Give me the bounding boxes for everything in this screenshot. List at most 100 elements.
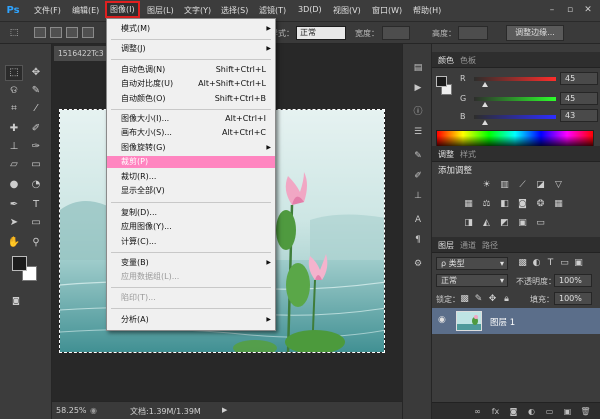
lock-image-icon[interactable]: ✎ [472, 293, 485, 305]
menu-item-variables[interactable]: 变量(B) ▶ [107, 257, 275, 269]
menu-item-canvas-size[interactable]: 画布大小(S)... Alt+Ctrl+C [107, 127, 275, 139]
type-tool-icon[interactable]: T [28, 198, 44, 212]
new-adjustment-icon[interactable]: ◐ [526, 406, 537, 417]
healing-brush-tool-icon[interactable]: ✚ [6, 122, 22, 136]
gradient-tool-icon[interactable]: ▭ [28, 158, 44, 172]
lasso-tool-icon[interactable]: ଡ [6, 84, 22, 98]
eye-icon[interactable]: ◉ [438, 315, 446, 325]
green-value[interactable]: 45 [560, 92, 598, 105]
menu-item-crop[interactable]: 裁剪(P) [107, 156, 275, 168]
new-layer-icon[interactable]: ▣ [562, 406, 573, 417]
menu-item-apply-image[interactable]: 应用图像(Y)... [107, 221, 275, 233]
photo-filter-icon[interactable]: ◙ [516, 198, 529, 210]
close-icon[interactable]: ✕ [581, 4, 595, 16]
menu-item-calculations[interactable]: 计算(C)... [107, 236, 275, 248]
history-brush-tool-icon[interactable]: ✑ [28, 140, 44, 154]
actions-icon[interactable]: ▶ [411, 82, 425, 95]
menu-item-adjustments[interactable]: 调整(J) ▶ [107, 43, 275, 55]
menu-item-analysis[interactable]: 分析(A) ▶ [107, 314, 275, 326]
menu-item-auto-color[interactable]: 自动颜色(O) Shift+Ctrl+B [107, 93, 275, 105]
clone-stamp-tool-icon[interactable]: ⊥ [6, 140, 22, 154]
opacity-input[interactable]: 100% [554, 274, 592, 287]
black-white-icon[interactable]: ◧ [498, 198, 511, 210]
paragraph-icon[interactable]: ¶ [411, 234, 425, 247]
height-input[interactable] [458, 26, 488, 40]
history-icon[interactable]: ▤ [411, 62, 425, 75]
tab-layers[interactable]: 图层 [438, 240, 454, 251]
menu-select[interactable]: 选择(S) [221, 5, 248, 16]
brush-presets-icon[interactable]: ✐ [411, 170, 425, 183]
dodge-tool-icon[interactable]: ◔ [28, 178, 44, 192]
blur-tool-icon[interactable]: ● [6, 178, 22, 192]
green-slider[interactable] [474, 97, 556, 101]
hand-tool-icon[interactable]: ✋ [6, 236, 22, 250]
levels-icon[interactable]: ▥ [498, 179, 511, 191]
color-lookup-icon[interactable]: ▦ [552, 198, 565, 210]
maximize-icon[interactable]: ▫ [563, 4, 577, 16]
menu-file[interactable]: 文件(F) [34, 5, 61, 16]
green-slider-thumb[interactable] [482, 102, 488, 107]
selective-color-icon[interactable]: ▣ [516, 217, 529, 229]
menu-item-reveal-all[interactable]: 显示全部(V) [107, 185, 275, 197]
invert-icon[interactable]: ◨ [462, 217, 475, 229]
character-icon[interactable]: A [411, 214, 425, 227]
quick-mask-icon[interactable]: ◙ [8, 294, 24, 308]
tab-swatches[interactable]: 色板 [460, 55, 476, 66]
menu-item-duplicate[interactable]: 复制(D)... [107, 207, 275, 219]
curves-icon[interactable]: ⟋ [516, 179, 529, 191]
quick-select-tool-icon[interactable]: ✎ [28, 84, 44, 98]
vibrance-icon[interactable]: ▽ [552, 179, 565, 191]
channel-mixer-icon[interactable]: ❂ [534, 198, 547, 210]
tab-paths[interactable]: 路径 [482, 240, 498, 251]
menu-edit[interactable]: 编辑(E) [72, 5, 99, 16]
filter-type-icon[interactable]: T [544, 257, 557, 269]
menu-image[interactable]: 图像(I) [105, 1, 140, 18]
filter-pixel-icon[interactable]: ▩ [516, 257, 529, 269]
lock-position-icon[interactable]: ✥ [486, 293, 499, 305]
new-group-icon[interactable]: ▭ [544, 406, 555, 417]
tool-presets-icon[interactable]: ⚙ [411, 258, 425, 271]
link-layers-icon[interactable]: ∞ [472, 406, 483, 417]
color-balance-icon[interactable]: ⚖ [480, 198, 493, 210]
tab-adjustments[interactable]: 调整 [438, 149, 454, 160]
layer-filter-select[interactable]: ρ 类型 ▾ [436, 257, 508, 270]
menu-layer[interactable]: 图层(L) [147, 5, 174, 16]
threshold-icon[interactable]: ◩ [498, 217, 511, 229]
menu-item-auto-contrast[interactable]: 自动对比度(U) Alt+Shift+Ctrl+L [107, 78, 275, 90]
rect-marquee-tool-icon[interactable]: ⬚ [5, 65, 23, 81]
red-slider-thumb[interactable] [482, 82, 488, 87]
lock-transparent-icon[interactable]: ▩ [458, 293, 471, 305]
gradient-map-icon[interactable]: ▭ [534, 217, 547, 229]
width-input[interactable] [382, 26, 410, 40]
filter-smart-icon[interactable]: ▣ [572, 257, 585, 269]
color-panel-fg-swatch[interactable] [436, 76, 447, 87]
menu-item-trim[interactable]: 裁切(R)... [107, 171, 275, 183]
menu-item-image-size[interactable]: 图像大小(I)... Alt+Ctrl+I [107, 113, 275, 125]
layer-row[interactable]: ◉ 图层 1 [432, 308, 600, 334]
status-info-icon[interactable]: ◉ [90, 406, 97, 415]
filter-shape-icon[interactable]: ▭ [558, 257, 571, 269]
red-value[interactable]: 45 [560, 72, 598, 85]
refine-edge-button[interactable]: 调整边缘... [506, 25, 564, 41]
menu-type[interactable]: 文字(Y) [184, 5, 211, 16]
properties-icon[interactable]: ☰ [411, 126, 425, 139]
menu-item-auto-tone[interactable]: 自动色调(N) Shift+Ctrl+L [107, 64, 275, 76]
move-tool-icon[interactable]: ✥ [28, 66, 44, 80]
menu-item-image-rotation[interactable]: 图像旋转(G) ▶ [107, 142, 275, 154]
shape-tool-icon[interactable]: ▭ [28, 216, 44, 230]
document-tab[interactable]: 1516422Tc3 [54, 46, 106, 61]
red-slider[interactable] [474, 77, 556, 81]
status-arrow-icon[interactable]: ▶ [222, 406, 227, 414]
intersect-selection-icon[interactable] [82, 27, 94, 38]
pen-tool-icon[interactable]: ✒ [6, 198, 22, 212]
add-selection-icon[interactable] [50, 27, 62, 38]
zoom-tool-icon[interactable]: ⚲ [28, 236, 44, 250]
eyedropper-tool-icon[interactable]: ⁄ [28, 102, 44, 116]
blue-value[interactable]: 43 [560, 109, 598, 122]
tab-channels[interactable]: 通道 [460, 240, 476, 251]
subtract-selection-icon[interactable] [66, 27, 78, 38]
blue-slider-thumb[interactable] [482, 120, 488, 125]
menu-view[interactable]: 视图(V) [333, 5, 361, 16]
exposure-icon[interactable]: ◪ [534, 179, 547, 191]
posterize-icon[interactable]: ◭ [480, 217, 493, 229]
